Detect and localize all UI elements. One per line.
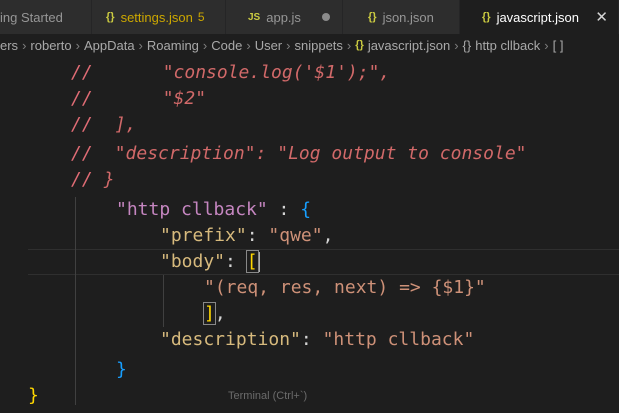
breadcrumb-item[interactable]: http cllback (475, 38, 540, 53)
tab-javascript-json[interactable]: {} javascript.json ✕ (460, 0, 619, 34)
code-line: "(req, res, next) => {$1}" (204, 277, 486, 298)
breadcrumb-item[interactable]: Roaming (147, 38, 199, 53)
close-icon[interactable]: ✕ (595, 8, 608, 26)
chevron-right-icon: › (454, 37, 459, 53)
chevron-right-icon: › (22, 37, 27, 53)
code-line: "body": [ (160, 250, 260, 273)
indent-guide (75, 197, 76, 405)
problems-badge: 5 (197, 10, 205, 24)
breadcrumb-item[interactable]: ers (0, 38, 18, 53)
code-line: "description": "http cllback" (160, 329, 475, 350)
code-line: //"$2" (71, 88, 207, 109)
tab-getting-started[interactable]: ing Started (0, 0, 92, 34)
tab-label: javascript.json (496, 9, 579, 25)
code-line: ], (203, 302, 226, 325)
json-braces-icon: {} (355, 39, 364, 51)
code-line: "prefix": "qwe", (160, 225, 334, 246)
terminal-hint: Terminal (Ctrl+`) (228, 390, 308, 402)
chevron-right-icon: › (346, 37, 352, 53)
json-braces-icon: {} (106, 11, 115, 23)
code-line: } (28, 385, 39, 406)
object-symbol-icon: {} (462, 37, 472, 53)
breadcrumb-item[interactable]: User (255, 38, 282, 53)
breadcrumb-item[interactable]: Code (211, 38, 242, 53)
breadcrumb-item[interactable]: javascript.json (368, 38, 450, 53)
json-braces-icon: {} (368, 11, 377, 23)
chevron-right-icon: › (138, 37, 143, 53)
js-icon: JS (248, 11, 261, 23)
tab-label: ing Started (0, 9, 63, 25)
tab-bar: ing Started {} settings.json 5 JS app.js… (0, 0, 619, 34)
code-line: //], (71, 114, 137, 135)
tab-app-js[interactable]: JS app.js (226, 0, 343, 34)
tab-label: settings.json (120, 9, 193, 25)
unsaved-dot-icon[interactable] (322, 13, 330, 21)
tab-label: app.js (266, 9, 301, 25)
code-line: } (116, 359, 127, 380)
breadcrumb-item[interactable]: [ ] (553, 38, 564, 53)
tab-label: json.json (382, 9, 434, 25)
code-line: //"console.log('$1');", (71, 62, 391, 83)
chevron-right-icon: › (246, 37, 251, 53)
breadcrumb: ers › roberto › AppData › Roaming › Code › Us… (0, 34, 619, 56)
tab-settings-json[interactable]: {} settings.json 5 (92, 0, 226, 34)
code-line: "http cllback" : { (116, 199, 312, 220)
tab-json-json[interactable]: {} json.json (343, 0, 460, 34)
text-cursor (257, 252, 260, 272)
chevron-right-icon: › (75, 37, 80, 53)
code-line: //"description": "Log output to console" (71, 143, 527, 164)
breadcrumb-item[interactable]: AppData (84, 38, 135, 53)
indent-guide (163, 275, 164, 327)
code-line: //} (71, 169, 115, 190)
chevron-right-icon: › (202, 37, 208, 53)
json-braces-icon: {} (482, 11, 491, 23)
breadcrumb-item[interactable]: roberto (30, 38, 71, 53)
breadcrumb-item[interactable]: snippets (294, 38, 342, 53)
chevron-right-icon: › (544, 37, 549, 53)
code-editor[interactable]: //"console.log('$1');", //"$2" //], //"d… (0, 56, 619, 413)
current-line-highlight (28, 249, 619, 275)
chevron-right-icon: › (286, 37, 291, 53)
